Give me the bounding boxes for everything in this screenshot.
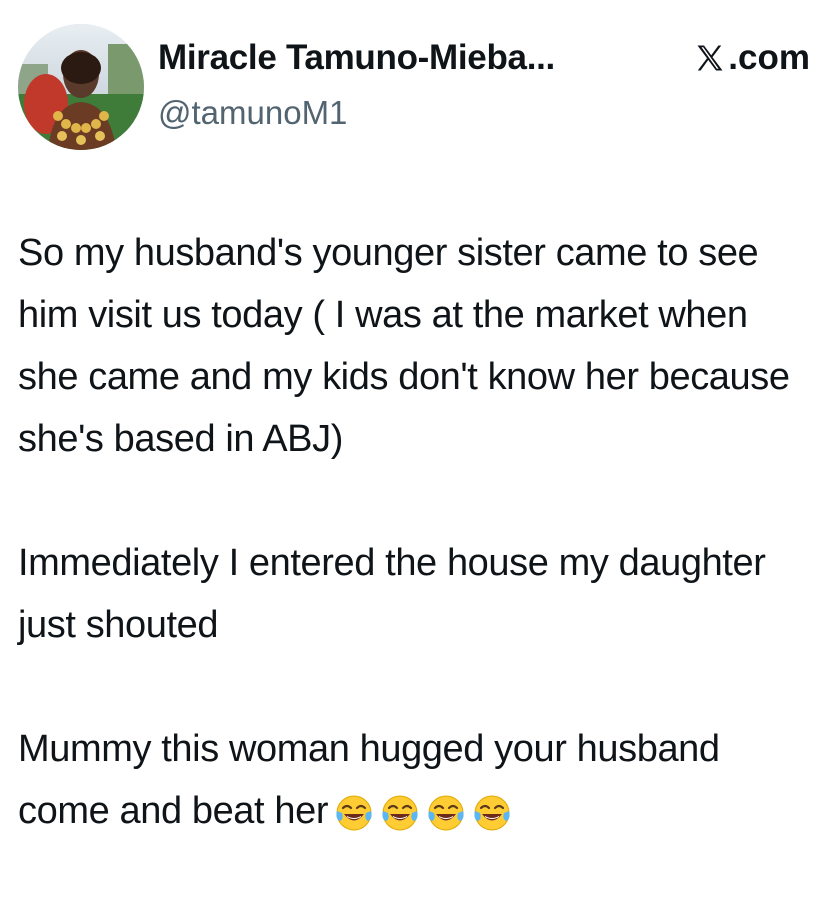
tweet-paragraph-last: Mummy this woman hugged your husband com… — [18, 718, 808, 842]
name-row: Miracle Tamuno-Mieba... .com — [158, 38, 810, 82]
author-display-name[interactable]: Miracle Tamuno-Mieba... — [158, 38, 555, 78]
face-with-tears-of-joy-icon — [474, 795, 510, 831]
face-with-tears-of-joy-icon — [428, 795, 464, 831]
author-identity: Miracle Tamuno-Mieba... .com @tamunoM1 — [158, 38, 810, 131]
tweet-paragraph: So my husband's younger sister came to s… — [18, 232, 790, 460]
tweet-text: So my husband's younger sister came to s… — [18, 222, 808, 842]
x-logo-icon — [697, 45, 723, 71]
source-label: .com — [728, 38, 810, 77]
avatar[interactable] — [18, 24, 144, 150]
tweet-paragraph: Immediately I entered the house my daugh… — [18, 542, 766, 646]
profile-photo — [18, 24, 144, 150]
emoji-group — [334, 793, 512, 833]
tweet-header: Miracle Tamuno-Mieba... .com @tamunoM1 — [18, 24, 810, 152]
author-handle[interactable]: @tamunoM1 — [158, 94, 347, 132]
face-with-tears-of-joy-icon — [382, 795, 418, 831]
source-badge[interactable]: .com — [694, 38, 810, 78]
face-with-tears-of-joy-icon — [336, 795, 372, 831]
